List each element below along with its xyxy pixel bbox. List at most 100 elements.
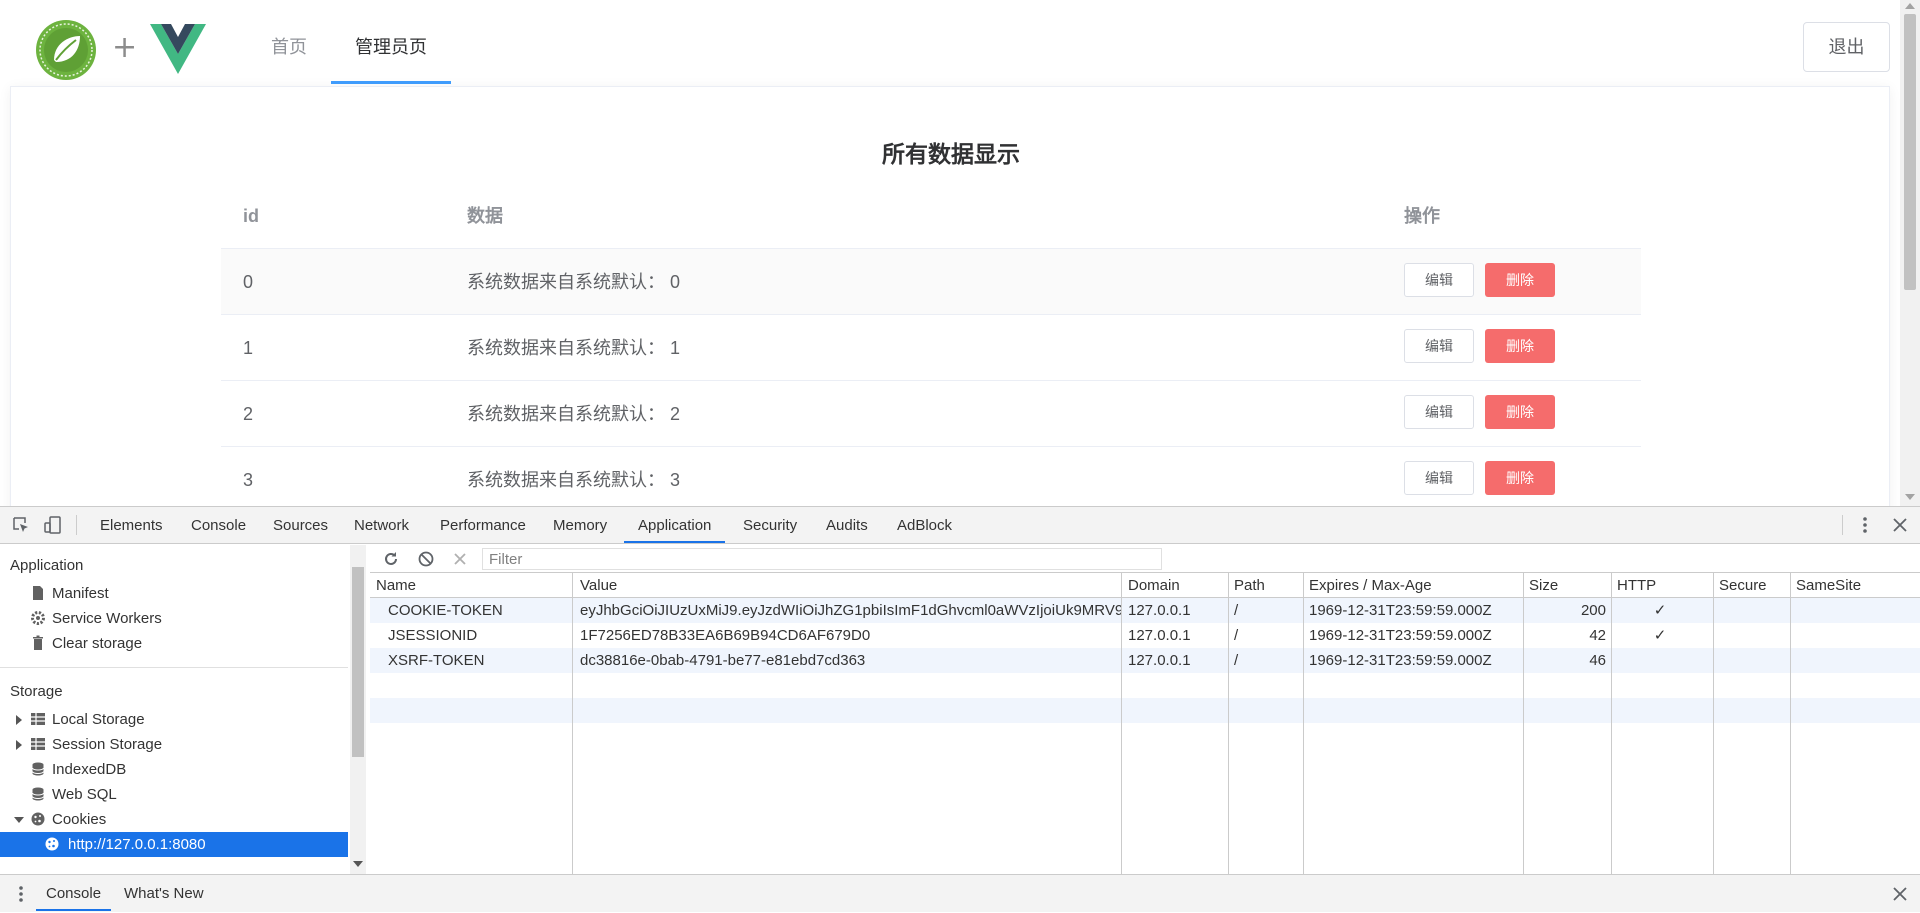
refresh-icon[interactable]: [381, 549, 401, 569]
column-header-size[interactable]: Size: [1529, 573, 1558, 598]
column-divider[interactable]: [1790, 573, 1791, 874]
table-row[interactable]: [370, 698, 1920, 723]
sidebar-item-label: IndexedDB: [52, 761, 127, 778]
column-header-secure[interactable]: Secure: [1719, 573, 1767, 598]
grid-icon: [31, 738, 45, 750]
edit-button[interactable]: 编辑: [1404, 395, 1474, 429]
cookie-http-check: ✓: [1653, 627, 1667, 644]
collapse-arrow-icon[interactable]: [14, 817, 24, 823]
sidebar-item-local-storage[interactable]: Local Storage: [0, 707, 348, 732]
devtools-tab-console[interactable]: Console: [191, 507, 246, 543]
devtools-tab-elements[interactable]: Elements: [100, 507, 163, 543]
clear-all-icon[interactable]: [416, 549, 436, 569]
column-header-value[interactable]: Value: [580, 573, 617, 598]
column-divider[interactable]: [1611, 573, 1612, 874]
cell-id: 3: [243, 470, 254, 490]
cookie-name: JSESSIONID: [388, 627, 478, 644]
drawer-menu-icon[interactable]: [11, 884, 31, 904]
column-divider[interactable]: [1713, 573, 1714, 874]
database-icon: [32, 787, 44, 801]
devtools-tab-adblock[interactable]: AdBlock: [897, 507, 952, 543]
more-options-icon[interactable]: [1855, 515, 1875, 535]
column-header-expires[interactable]: Expires / Max-Age: [1309, 573, 1432, 598]
table-row[interactable]: [370, 673, 1920, 698]
device-toolbar-icon[interactable]: [43, 515, 63, 535]
column-header-id: id: [243, 206, 259, 226]
trash-icon: [33, 635, 43, 650]
column-divider[interactable]: [1228, 573, 1229, 874]
edit-button[interactable]: 编辑: [1404, 461, 1474, 495]
toolbar-divider: [76, 515, 77, 535]
cookie-expires: 1969-12-31T23:59:59.000Z: [1309, 627, 1492, 644]
cell-data: 系统数据来自系统默认： 2: [467, 404, 681, 424]
sidebar-item-label: Clear storage: [52, 635, 143, 652]
column-header-domain[interactable]: Domain: [1128, 573, 1180, 598]
cookie-expires: 1969-12-31T23:59:59.000Z: [1309, 602, 1492, 619]
column-divider[interactable]: [1523, 573, 1524, 874]
close-devtools-icon[interactable]: [1890, 515, 1910, 535]
cell-data: 系统数据来自系统默认： 0: [467, 272, 681, 292]
scroll-down-arrow-icon[interactable]: [353, 861, 363, 867]
scrollbar-thumb[interactable]: [1904, 14, 1916, 290]
sidebar-item-web-sql[interactable]: Web SQL: [0, 782, 348, 807]
sidebar-item-clear-storage[interactable]: Clear storage: [0, 631, 348, 656]
top-nav: + 首页 管理员页 退出: [0, 0, 1900, 86]
cookie-icon: [45, 837, 59, 851]
cell-data: 系统数据来自系统默认： 3: [467, 470, 681, 490]
column-header-name[interactable]: Name: [376, 573, 416, 598]
delete-button[interactable]: 删除: [1485, 329, 1555, 363]
inspect-element-icon[interactable]: [11, 515, 31, 535]
sidebar-section-application: Application: [10, 557, 84, 574]
column-header-samesite[interactable]: SameSite: [1796, 573, 1861, 598]
cookie-value: eyJhbGciOiJIUzUxMiJ9.eyJzdWIiOiJhZG1pbiI…: [580, 602, 1122, 619]
sidebar-scrollbar[interactable]: [350, 545, 366, 874]
column-divider[interactable]: [572, 573, 573, 874]
cookies-toolbar: [370, 545, 1920, 573]
nav-tab-home[interactable]: 首页: [262, 0, 316, 84]
scroll-up-arrow-icon[interactable]: [1905, 3, 1915, 9]
sidebar-item-cookies[interactable]: Cookies: [0, 807, 348, 832]
sidebar-item-service-workers[interactable]: Service Workers: [0, 606, 348, 631]
column-divider[interactable]: [1303, 573, 1304, 874]
sidebar-item-cookie-origin[interactable]: http://127.0.0.1:8080: [0, 832, 348, 857]
drawer-tab-whats-new[interactable]: What's New: [124, 875, 204, 911]
column-header-path[interactable]: Path: [1234, 573, 1265, 598]
sidebar-item-session-storage[interactable]: Session Storage: [0, 732, 348, 757]
toolbar-divider: [1842, 515, 1843, 535]
devtools-tab-audits[interactable]: Audits: [826, 507, 868, 543]
application-sidebar: Application Manifest Service Workers Cle…: [0, 545, 352, 874]
logout-button[interactable]: 退出: [1803, 22, 1890, 72]
delete-selected-icon[interactable]: [450, 549, 470, 569]
sidebar-item-indexeddb[interactable]: IndexedDB: [0, 757, 348, 782]
devtools-tab-application[interactable]: Application: [624, 507, 726, 543]
column-divider[interactable]: [1121, 573, 1122, 874]
cell-id: 0: [243, 272, 254, 292]
expand-arrow-icon[interactable]: [16, 740, 22, 750]
column-header-http[interactable]: HTTP: [1617, 573, 1656, 598]
cookie-size: 200: [1580, 602, 1606, 619]
sidebar-item-manifest[interactable]: Manifest: [0, 581, 348, 606]
edit-button[interactable]: 编辑: [1404, 329, 1474, 363]
close-drawer-icon[interactable]: [1890, 884, 1910, 904]
filter-input[interactable]: [482, 548, 1162, 570]
drawer-tab-console[interactable]: Console: [36, 875, 112, 911]
expand-arrow-icon[interactable]: [16, 715, 22, 725]
card-title: 所有数据显示: [882, 141, 1020, 167]
devtools-tab-sources[interactable]: Sources: [273, 507, 328, 543]
scrollbar-thumb[interactable]: [352, 567, 364, 757]
nav-tab-admin[interactable]: 管理员页: [331, 0, 451, 84]
devtools-tab-memory[interactable]: Memory: [553, 507, 607, 543]
delete-button[interactable]: 删除: [1485, 263, 1555, 297]
vue-logo: [150, 24, 206, 74]
delete-button[interactable]: 删除: [1485, 461, 1555, 495]
devtools-tab-performance[interactable]: Performance: [440, 507, 526, 543]
delete-button[interactable]: 删除: [1485, 395, 1555, 429]
devtools-tab-security[interactable]: Security: [743, 507, 797, 543]
cell-id: 1: [243, 338, 254, 358]
cookie-size: 46: [1589, 652, 1606, 669]
edit-button[interactable]: 编辑: [1404, 263, 1474, 297]
cookie-domain: 127.0.0.1: [1128, 627, 1191, 644]
scroll-down-arrow-icon[interactable]: [1905, 494, 1915, 500]
page-scrollbar[interactable]: [1900, 0, 1920, 506]
devtools-tab-network[interactable]: Network: [354, 507, 409, 543]
